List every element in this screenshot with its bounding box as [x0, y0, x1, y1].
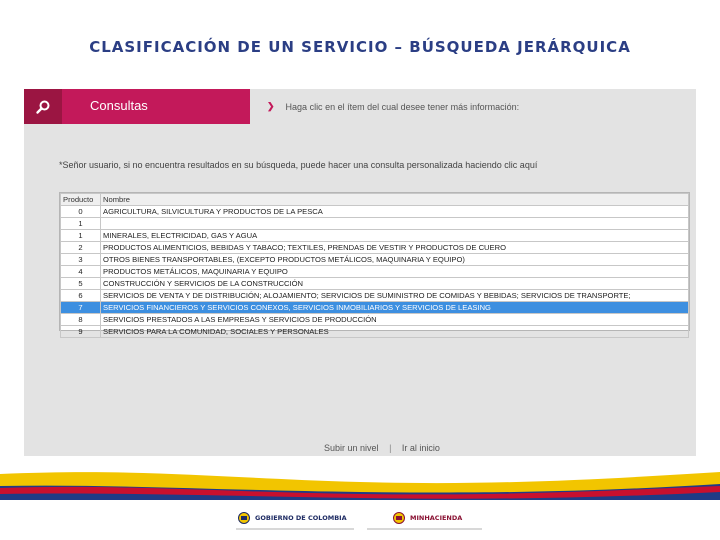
instruction-label: Haga clic en el ítem del cual desee tene… [285, 101, 520, 112]
product-name-cell[interactable]: MINERALES, ELECTRICIDAD, GAS Y AGUA [100, 229, 689, 242]
flag-stripe-decoration [0, 472, 720, 500]
product-name-cell[interactable]: PRODUCTOS METÁLICOS, MAQUINARIA Y EQUIPO [100, 265, 689, 278]
footer-logos: GOBIERNO DE COLOMBIA MINHACIENDA [0, 508, 720, 530]
product-code-cell[interactable]: 2 [60, 241, 101, 254]
product-code-cell[interactable]: 7 [60, 301, 101, 314]
table-row[interactable]: 1 [60, 217, 689, 230]
table-header-row: Producto Nombre [60, 193, 689, 206]
minhacienda-logo: MINHACIENDA [367, 508, 482, 530]
table-row[interactable]: 7 SERVICIOS FINANCIEROS Y SERVICIOS CONEX… [60, 301, 689, 314]
product-code-cell[interactable]: 8 [60, 313, 101, 326]
notice-link[interactable]: *Señor usuario, si no encuentra resultad… [59, 160, 537, 170]
minhacienda-logo-text: MINHACIENDA [410, 514, 463, 522]
product-name-cell[interactable]: CONSTRUCCIÓN Y SERVICIOS DE LA CONSTRUCC… [100, 277, 689, 290]
seal-icon [393, 512, 405, 524]
product-name-cell[interactable]: SERVICIOS FINANCIEROS Y SERVICIOS CONEXO… [100, 301, 689, 314]
product-code-cell[interactable]: 0 [60, 205, 101, 218]
product-code-cell[interactable]: 4 [60, 265, 101, 278]
product-name-cell[interactable]: SERVICIOS PARA LA COMUNIDAD, SOCIALES Y … [100, 325, 689, 338]
product-name-cell[interactable]: SERVICIOS DE VENTA Y DE DISTRIBUCIÓN; AL… [100, 289, 689, 302]
classification-table: Producto Nombre 0 AGRICULTURA, SILVICULTU… [59, 192, 690, 338]
consultas-tab[interactable]: Consultas [24, 89, 250, 124]
table-row[interactable]: 8 SERVICIOS PRESTADOS A LAS EMPRESAS Y SE… [60, 313, 689, 326]
product-code-cell[interactable]: 9 [60, 325, 101, 338]
product-name-cell[interactable]: OTROS BIENES TRANSPORTABLES, (EXCEPTO PR… [100, 253, 689, 266]
gobierno-logo-text: GOBIERNO DE COLOMBIA [255, 514, 347, 522]
table-row[interactable]: 4 PRODUCTOS METÁLICOS, MAQUINARIA Y EQUIP… [60, 265, 689, 278]
gobierno-logo: GOBIERNO DE COLOMBIA [236, 508, 354, 530]
instruction-text: ❯ Haga clic en el ítem del cual desee te… [267, 101, 519, 112]
product-name-cell[interactable]: AGRICULTURA, SILVICULTURA Y PRODUCTOS DE… [100, 205, 689, 218]
home-link[interactable]: Ir al inicio [402, 443, 440, 453]
chevron-right-icon: ❯ [267, 101, 275, 111]
product-code-cell[interactable]: 3 [60, 253, 101, 266]
up-level-link[interactable]: Subir un nivel [324, 443, 379, 453]
search-icon[interactable] [24, 89, 62, 124]
table-row[interactable]: 9 SERVICIOS PARA LA COMUNIDAD, SOCIALES Y… [60, 325, 689, 338]
product-name-cell[interactable]: SERVICIOS PRESTADOS A LAS EMPRESAS Y SER… [100, 313, 689, 326]
table-row[interactable]: 5 CONSTRUCCIÓN Y SERVICIOS DE LA CONSTRUC… [60, 277, 689, 290]
product-name-cell[interactable] [100, 217, 689, 230]
product-code-cell[interactable]: 6 [60, 289, 101, 302]
slide-title: CLASIFICACIÓN DE UN SERVICIO – BÚSQUEDA … [89, 38, 631, 56]
table-row[interactable]: 0 AGRICULTURA, SILVICULTURA Y PRODUCTOS D… [60, 205, 689, 218]
product-name-cell[interactable]: PRODUCTOS ALIMENTICIOS, BEBIDAS Y TABACO… [100, 241, 689, 254]
product-code-cell[interactable]: 5 [60, 277, 101, 290]
product-code-cell[interactable]: 1 [60, 217, 101, 230]
table-row[interactable]: 2 PRODUCTOS ALIMENTICIOS, BEBIDAS Y TABAC… [60, 241, 689, 254]
product-code-cell[interactable]: 1 [60, 229, 101, 242]
seal-icon [238, 512, 250, 524]
app-screenshot: Consultas ❯ Haga clic en el ítem del cua… [24, 89, 696, 456]
column-header-product: Producto [60, 193, 101, 206]
column-header-name: Nombre [100, 193, 689, 206]
table-row[interactable]: 1 MINERALES, ELECTRICIDAD, GAS Y AGUA [60, 229, 689, 242]
tab-label[interactable]: Consultas [62, 89, 250, 124]
navigation-links: Subir un nivel | Ir al inicio [324, 443, 440, 453]
table-row[interactable]: 6 SERVICIOS DE VENTA Y DE DISTRIBUCIÓN; A… [60, 289, 689, 302]
table-row[interactable]: 3 OTROS BIENES TRANSPORTABLES, (EXCEPTO P… [60, 253, 689, 266]
link-separator: | [389, 443, 392, 453]
